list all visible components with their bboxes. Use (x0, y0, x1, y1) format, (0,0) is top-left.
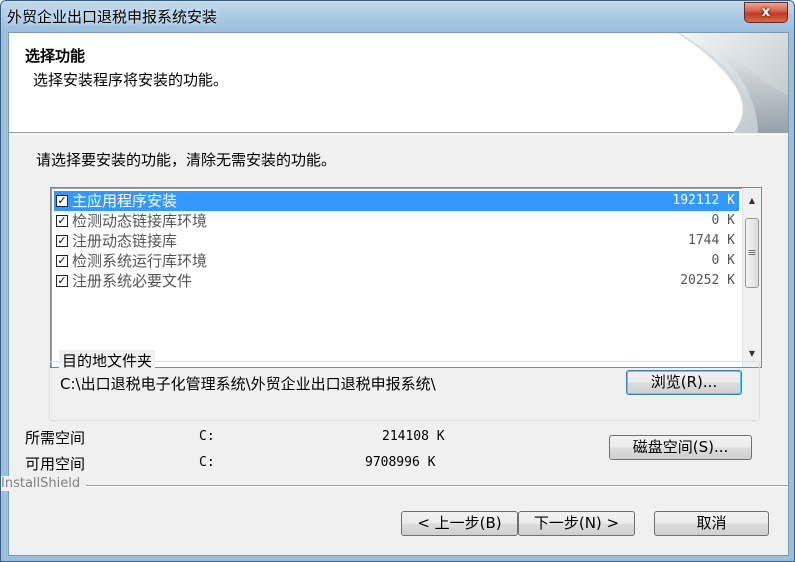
next-button[interactable]: 下一步(N) > (518, 511, 635, 536)
disk-space-button[interactable]: 磁盘空间(S)... (609, 435, 752, 460)
feature-item[interactable]: ✓ 注册动态链接库 1744 K (54, 231, 739, 251)
feature-size: 0 K (711, 253, 735, 268)
destination-group-label: 目的地文件夹 (59, 350, 156, 371)
feature-label: 检测系统运行库环境 (72, 252, 208, 270)
feature-item[interactable]: ✓ 检测动态链接库环境 0 K (54, 211, 739, 231)
browse-button[interactable]: 浏览(R)... (626, 370, 742, 395)
feature-item[interactable]: ✓ 注册系统必要文件 20252 K (54, 271, 739, 291)
feature-label: 注册系统必要文件 (72, 272, 193, 290)
feature-list-scrollbar[interactable]: ▲ ≡ ▼ (742, 188, 761, 367)
feature-item[interactable]: ✓ 检测系统运行库环境 0 K (54, 251, 739, 271)
installshield-brand: InstallShield (1, 476, 87, 491)
brand-divider (9, 485, 788, 486)
banner-graphic (677, 33, 788, 133)
available-space-drive: C: (199, 455, 215, 470)
window-title: 外贸企业出口退税申报系统安装 (7, 8, 218, 26)
feature-size: 1744 K (688, 233, 735, 248)
feature-size: 0 K (711, 213, 735, 228)
destination-path: C:\出口退税电子化管理系统\外贸企业出口退税申报系统\ (60, 375, 436, 393)
feature-checkbox[interactable]: ✓ (56, 235, 68, 247)
instruction-text: 请选择要安装的功能，清除无需安装的功能。 (36, 151, 337, 169)
feature-label: 检测动态链接库环境 (72, 212, 208, 230)
required-space-drive: C: (199, 429, 215, 444)
feature-size: 20252 K (680, 273, 735, 288)
scroll-thumb[interactable]: ≡ (745, 218, 759, 288)
feature-label: 主应用程序安装 (72, 192, 178, 210)
feature-checkbox[interactable]: ✓ (56, 215, 68, 227)
header-divider (9, 134, 788, 135)
close-button[interactable]: x (744, 2, 788, 23)
cancel-button[interactable]: 取消 (654, 511, 769, 536)
close-icon: x (761, 5, 771, 20)
feature-list[interactable]: ✓ 主应用程序安装 192112 K ✓ 检测动态链接库环境 0 K ✓ 注册动… (50, 187, 762, 368)
scroll-up-icon[interactable]: ▲ (743, 192, 761, 210)
back-button[interactable]: < 上一步(B) (401, 511, 518, 536)
feature-checkbox[interactable]: ✓ (56, 255, 68, 267)
required-space-label: 所需空间 (25, 429, 86, 447)
available-space-value: 9708996 K (365, 455, 436, 470)
title-bar[interactable]: 外贸企业出口退税申报系统安装 x (1, 1, 794, 31)
page-title: 选择功能 (25, 47, 86, 65)
feature-size: 192112 K (672, 193, 735, 208)
feature-list-items: ✓ 主应用程序安装 192112 K ✓ 检测动态链接库环境 0 K ✓ 注册动… (54, 191, 739, 291)
page-subtitle: 选择安装程序将安装的功能。 (33, 71, 229, 89)
header-banner: 选择功能 选择安装程序将安装的功能。 (9, 33, 788, 133)
feature-item[interactable]: ✓ 主应用程序安装 192112 K (54, 191, 739, 211)
feature-label: 注册动态链接库 (72, 232, 178, 250)
feature-checkbox[interactable]: ✓ (56, 275, 68, 287)
feature-checkbox[interactable]: ✓ (56, 195, 68, 207)
required-space-value: 214108 K (382, 429, 445, 444)
available-space-label: 可用空间 (25, 455, 86, 473)
dialog-client-area: 选择功能 选择安装程序将安装的功能。 请选择要安装的功能，清除无需安装的功能。 … (1, 32, 789, 556)
installer-window: 外贸企业出口退税申报系统安装 x 选择功能 选择安装程序将安装的功能。 请选择要… (0, 0, 795, 562)
